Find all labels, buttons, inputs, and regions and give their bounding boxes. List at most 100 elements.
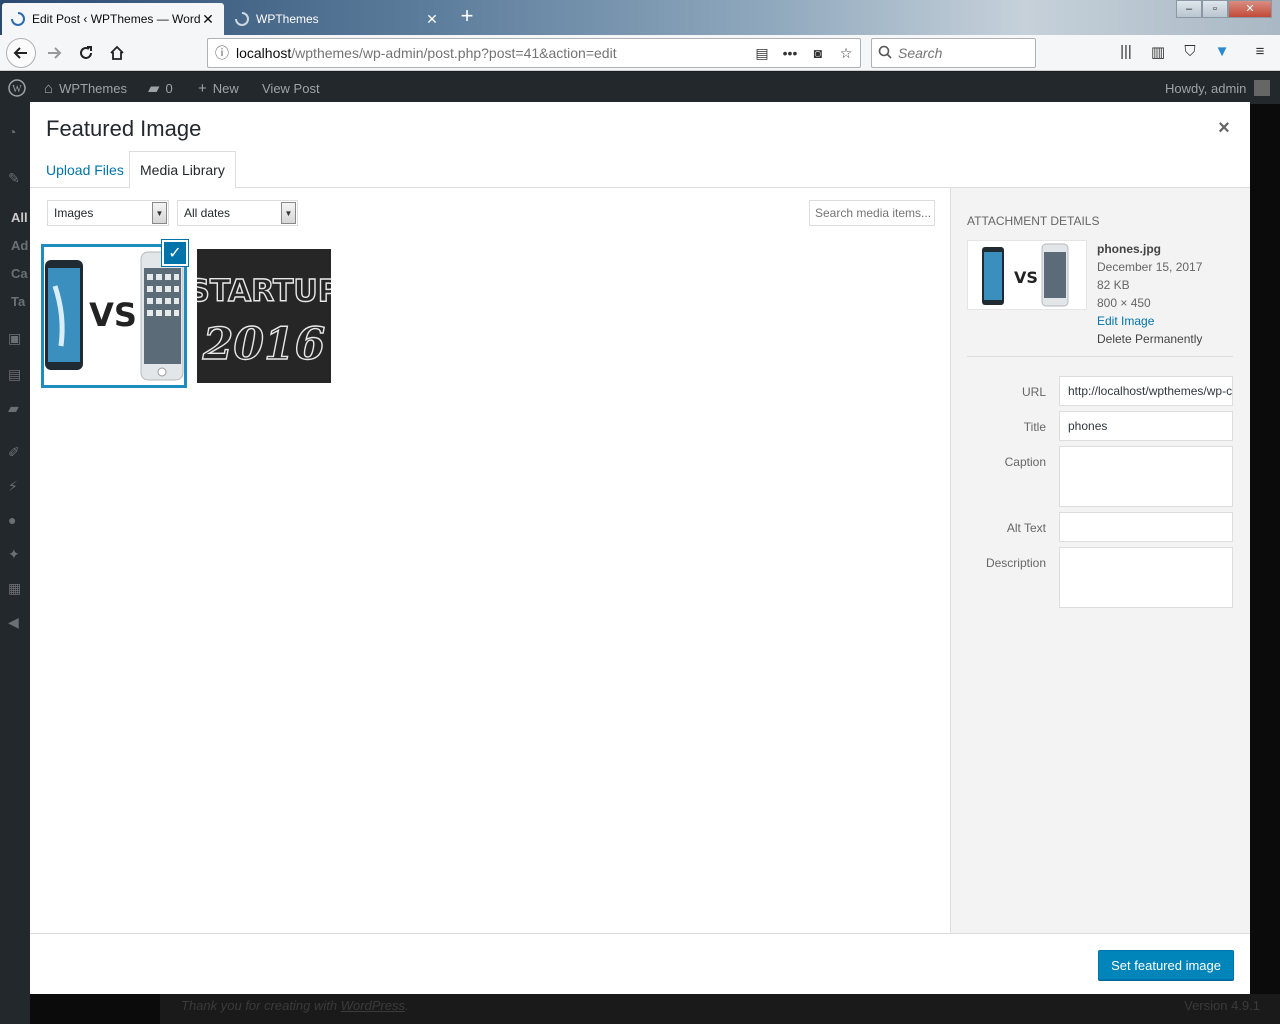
comments-icon[interactable]: ▰ [8,400,24,416]
users-icon[interactable]: ● [8,512,24,528]
back-arrow-icon[interactable] [6,38,36,68]
caption-label: Caption [1004,455,1046,469]
media-icon[interactable]: ▣ [8,330,24,346]
attachment-preview: VS [967,240,1087,310]
browser-tab-title: Edit Post ‹ WPThemes — WordPress [32,12,200,26]
title-label: Title [1023,420,1046,434]
admin-bar-comments[interactable]: ▰ 0 [148,72,173,104]
home-icon[interactable] [103,39,131,67]
attachment-details-heading: Attachment Details [967,214,1100,228]
alt-text-label: Alt Text [1006,521,1046,535]
attachment-phones[interactable]: VS ✓ [41,240,188,388]
chevron-down-icon[interactable]: ▼ [152,202,167,224]
extension-shield-icon[interactable]: ▼ [1212,43,1232,63]
browser-tab-edit-post[interactable]: Edit Post ‹ WPThemes — WordPress ✕ [2,3,224,35]
address-bar[interactable]: ⓘ localhost/wpthemes/wp-admin/post.php?p… [207,38,861,68]
posts-pin-icon[interactable]: ✎ [8,170,24,186]
pages-icon[interactable]: ▤ [8,366,24,382]
alt-text-field[interactable] [1059,512,1233,542]
settings-icon[interactable]: ▦ [8,580,24,596]
wp-admin-bar: W ⌂ WPThemes ▰ 0 + New View Post Howdy, adm… [0,72,1280,104]
library-icon[interactable]: ||| [1116,43,1136,63]
browser-search-input[interactable] [898,45,1028,61]
reload-icon[interactable] [72,39,100,67]
collapse-icon[interactable]: ◀ [8,614,24,630]
admin-bar-site-name[interactable]: ⌂ WPThemes [44,72,127,104]
edit-image-link[interactable]: Edit Image [1097,312,1202,330]
admin-bar-view-post[interactable]: View Post [262,72,320,104]
caption-field[interactable] [1059,446,1233,507]
wordpress-loading-icon [234,11,250,27]
tools-icon[interactable]: ✦ [8,546,24,562]
comment-icon: ▰ [148,80,160,97]
wp-admin-menu: ◔ ✎ All Ad Ca Ta ▣ ▤ ▰ ✐ ⚡ ● ✦ ▦ ◀ [0,104,30,1024]
attachment-startup[interactable]: STARTUP 2016 [197,249,331,383]
site-info-icon[interactable]: ⓘ [208,43,236,63]
startup-thumbnail: STARTUP 2016 [197,249,331,383]
attachment-meta: phones.jpg December 15, 2017 82 KB 800 ×… [1097,240,1202,348]
appearance-icon[interactable]: ✐ [8,444,24,460]
url-label: URL [1021,385,1046,399]
description-field[interactable] [1059,547,1233,608]
plus-icon: + [198,79,207,97]
forward-arrow-icon[interactable] [40,39,68,67]
comments-count: 0 [165,80,173,96]
home-icon: ⌂ [44,79,54,97]
menu-categories[interactable]: Ca [11,266,28,281]
hamburger-menu-icon[interactable]: ≡ [1250,43,1270,63]
checkmark-icon[interactable]: ✓ [162,240,188,266]
wordpress-loading-icon [10,11,26,27]
menu-all-posts[interactable]: All [11,210,28,225]
new-tab-icon[interactable]: + [456,5,478,29]
date-filter-value: All dates [184,206,231,220]
browser-tab-title: WPThemes [256,12,319,26]
close-tab-icon[interactable]: ✕ [424,11,440,28]
set-featured-image-button[interactable]: Set featured image [1098,950,1234,980]
menu-add-new[interactable]: Ad [11,238,28,253]
plugins-icon[interactable]: ⚡ [8,478,24,494]
media-router-tabs: Upload Files Media Library [30,150,1250,189]
media-type-filter[interactable]: Images ▼ [47,200,169,226]
browser-tab-wpthemes[interactable]: WPThemes ✕ [226,3,448,35]
modal-footer-toolbar: Set featured image [30,933,1250,994]
tab-upload-files[interactable]: Upload Files [36,151,134,189]
search-icon [872,45,898,62]
date-filter[interactable]: All dates ▼ [177,200,298,226]
tab-media-library[interactable]: Media Library [129,151,236,189]
reader-view-icon[interactable]: ▤ [748,45,776,62]
media-type-value: Images [54,206,94,220]
admin-bar-account[interactable]: Howdy, admin [1165,72,1271,104]
footer-version: Version 4.9.1 [1184,998,1260,1013]
chevron-down-icon[interactable]: ▼ [281,202,296,224]
minimize-icon[interactable]: – [1176,0,1202,18]
ublock-shield-icon[interactable]: ⛉ [1180,43,1200,63]
page-actions-icon[interactable]: ••• [776,45,804,61]
url-field[interactable]: http://localhost/wpthemes/wp-content/upl… [1059,376,1233,406]
pocket-icon[interactable]: ◙ [804,45,832,61]
footer-thanks: Thank you for creating with WordPress. [181,998,409,1013]
search-media-input[interactable] [809,200,935,226]
url-text[interactable]: localhost/wpthemes/wp-admin/post.php?pos… [236,45,748,61]
close-tab-icon[interactable]: ✕ [200,11,216,28]
year-text: 2016 [202,319,325,370]
featured-image-modal: Featured Image × Upload Files Media Libr… [30,102,1250,994]
title-field[interactable]: phones [1059,411,1233,441]
menu-tags[interactable]: Ta [11,294,25,309]
view-post-label: View Post [262,80,320,96]
attachment-filename: phones.jpg [1097,242,1161,256]
browser-search-box[interactable] [871,38,1036,68]
startup-text: STARTUP [197,274,331,309]
delete-permanently-link[interactable]: Delete Permanently [1097,330,1202,348]
new-label: New [212,80,239,96]
close-icon[interactable]: × [1212,116,1236,140]
admin-bar-new[interactable]: + New [198,72,239,104]
maximize-icon[interactable]: ▫ [1202,0,1228,18]
wordpress-logo-icon[interactable]: W [8,72,26,104]
bookmark-star-icon[interactable]: ☆ [832,45,860,62]
sidebar-icon[interactable]: ▥ [1148,43,1168,63]
dashboard-icon[interactable]: ◔ [8,124,24,140]
attachment-date: December 15, 2017 [1097,260,1203,274]
svg-text:VS: VS [1014,268,1038,287]
window-close-icon[interactable]: ✕ [1228,0,1272,18]
wordpress-link[interactable]: WordPress [341,998,405,1013]
